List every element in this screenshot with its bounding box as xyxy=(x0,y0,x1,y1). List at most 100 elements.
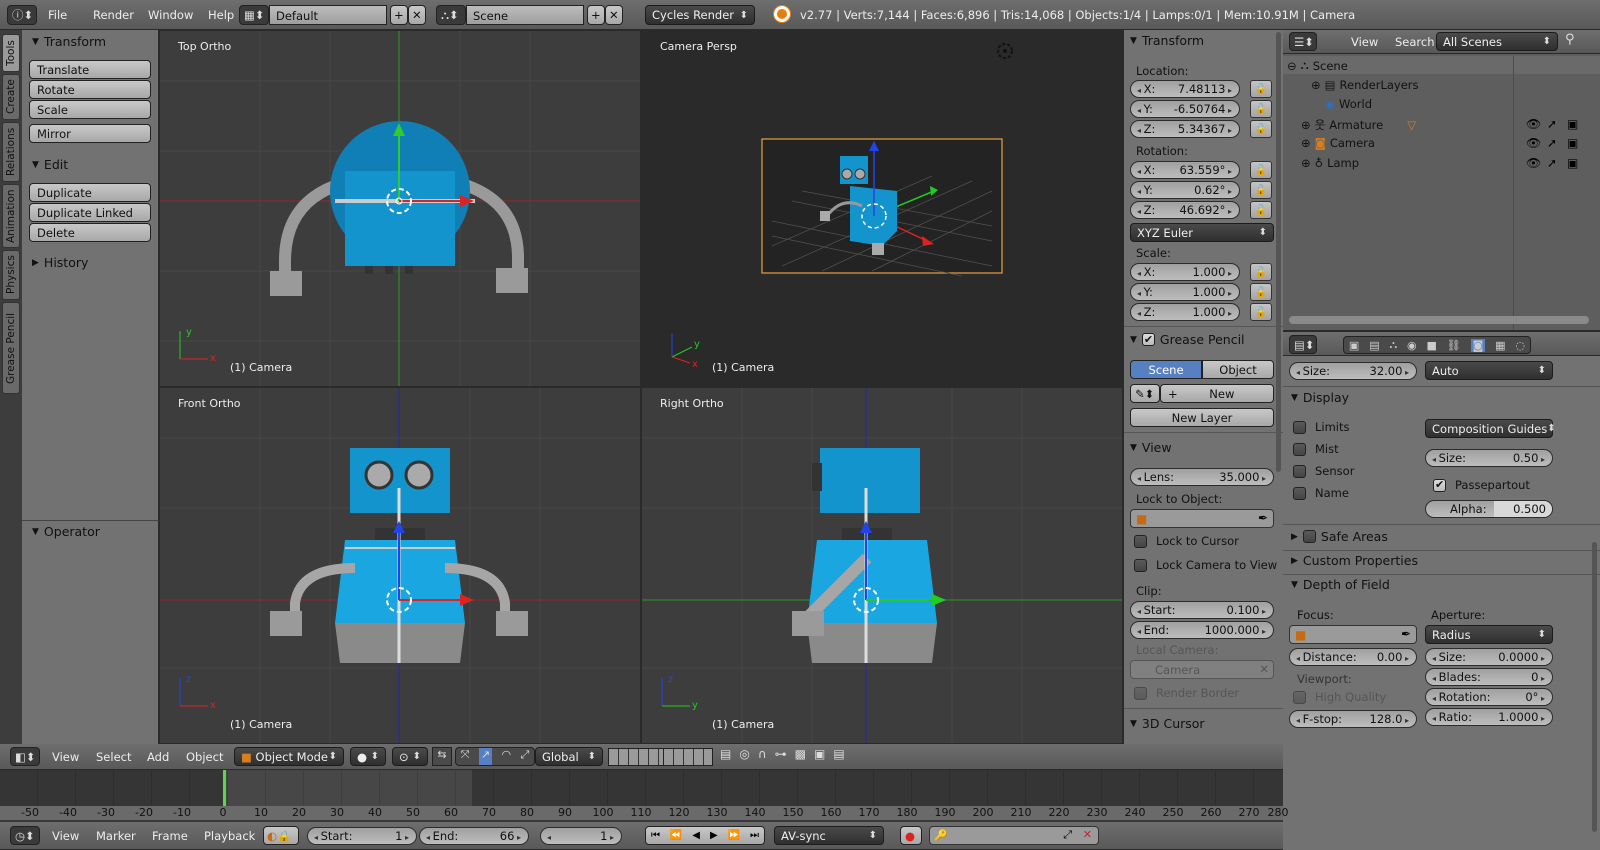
display-header[interactable]: ▼ Display xyxy=(1291,390,1349,405)
properties-scrollbar[interactable] xyxy=(1592,542,1597,832)
fstop-field[interactable]: F-stop:128.0 xyxy=(1289,710,1417,728)
view-header[interactable]: ▼ View xyxy=(1130,440,1172,455)
delete-button[interactable]: Delete xyxy=(29,223,151,242)
mirror-button[interactable]: Mirror xyxy=(29,124,151,143)
scene-field[interactable]: Scene xyxy=(466,5,584,25)
lock-icon[interactable]: 🔓 xyxy=(1250,100,1272,118)
sync-select[interactable]: AV-sync xyxy=(774,826,884,845)
menu-window[interactable]: Window xyxy=(148,8,208,22)
lens-field[interactable]: Lens:35.000 xyxy=(1130,468,1274,486)
scale-x-field[interactable]: X:1.000 xyxy=(1130,263,1240,281)
scale-z-field[interactable]: Z:1.000 xyxy=(1130,303,1240,321)
layout-remove-icon[interactable]: ✕ xyxy=(408,5,426,25)
outliner-filter-select[interactable]: All Scenes xyxy=(1436,32,1558,51)
lock-icon[interactable]: 🔓 xyxy=(1250,201,1272,219)
viewport-right-ortho[interactable]: z y Right Ortho (1) Camera xyxy=(641,387,1123,744)
timeline-area[interactable]: -50 -40 -30 -20 -10 0 10 20 30 40 50 60 … xyxy=(0,770,1289,820)
next-keyframe-icon[interactable]: ⏩ xyxy=(728,830,740,841)
blades-field[interactable]: Blades:0 xyxy=(1425,668,1553,686)
rotation-y-field[interactable]: Y:0.62° xyxy=(1130,181,1240,199)
manipulator-toggle[interactable]: ⇆ xyxy=(432,747,452,766)
lock-to-cursor-checkbox[interactable] xyxy=(1134,534,1147,548)
view3d-menu-object[interactable]: Object xyxy=(186,750,223,764)
aperture-size-field[interactable]: Size:0.0000 xyxy=(1425,648,1553,666)
properties-editor-icon[interactable]: ▤⬍ xyxy=(1289,335,1317,354)
render-icon[interactable]: ▣ xyxy=(1567,156,1578,170)
lock-icon[interactable]: 🔓 xyxy=(1250,120,1272,138)
lock-icon[interactable]: 🔓 xyxy=(1250,161,1272,179)
lock-to-cursor-option[interactable]: Lock to Cursor xyxy=(1134,534,1239,548)
scale-button[interactable]: Scale xyxy=(29,100,151,119)
duplicate-button[interactable]: Duplicate xyxy=(29,183,151,202)
scale-y-field[interactable]: Y:1.000 xyxy=(1130,283,1240,301)
transform-header[interactable]: ▼ Transform xyxy=(1130,33,1204,48)
scene-icon[interactable]: ⛬⬍ xyxy=(436,5,466,25)
mist-checkbox[interactable] xyxy=(1293,442,1306,456)
lock-layers-icon[interactable]: ▤ xyxy=(720,747,731,766)
name-checkbox[interactable] xyxy=(1293,486,1306,500)
passepartout-option[interactable]: Passepartout xyxy=(1433,478,1530,492)
manipulator-buttons[interactable]: ⤧ ↗ ◠ ⤢ xyxy=(455,747,535,766)
menu-render[interactable]: Render xyxy=(93,8,148,22)
scene-add-icon[interactable]: + xyxy=(587,5,605,25)
delete-keyframe-icon[interactable]: ✕ xyxy=(1083,828,1092,841)
gp-scene-button[interactable]: Scene xyxy=(1130,360,1202,379)
eye-icon[interactable]: 👁 xyxy=(1526,156,1541,170)
eye-icon[interactable]: 👁 xyxy=(1526,136,1541,150)
menu-help[interactable]: Help xyxy=(208,8,234,22)
render-icon[interactable]: ▣ xyxy=(1567,136,1578,150)
layers-tab-icon[interactable]: ▤ xyxy=(1369,339,1379,352)
search-icon[interactable]: ⚲ xyxy=(1565,32,1587,51)
view3d-menu-add[interactable]: Add xyxy=(147,750,169,764)
view3d-editor-icon[interactable]: ◧⬍ xyxy=(10,747,40,766)
menu-file[interactable]: File xyxy=(48,8,93,22)
lock-camera-checkbox[interactable] xyxy=(1134,558,1147,572)
gp-pencil-icon[interactable]: ✎⬍ xyxy=(1130,384,1160,403)
preview-range-icon[interactable]: ◐🔒 xyxy=(263,826,299,845)
gp-new-layer-button[interactable]: New Layer xyxy=(1130,408,1274,427)
render-engine-select[interactable]: Cycles Render xyxy=(645,5,755,25)
shading-select[interactable]: ● xyxy=(350,747,386,766)
translate-button[interactable]: Translate xyxy=(29,60,151,79)
outliner-menu-search[interactable]: Search xyxy=(1395,35,1435,49)
opengl-render-icon[interactable]: ▣ xyxy=(814,747,825,766)
mist-option[interactable]: Mist xyxy=(1293,442,1339,456)
tab-create[interactable]: Create xyxy=(2,74,20,120)
grease-pencil-checkbox[interactable] xyxy=(1141,333,1155,346)
safe-areas-checkbox[interactable] xyxy=(1302,530,1316,543)
orientation-select[interactable]: Global xyxy=(535,747,603,766)
snap-target-icon[interactable]: ⊶ xyxy=(775,747,787,766)
tab-grease-pencil[interactable]: Grease Pencil xyxy=(2,302,20,394)
rotate-button[interactable]: Rotate xyxy=(29,80,151,99)
lock-icon[interactable]: 🔓 xyxy=(1250,181,1272,199)
tab-animation[interactable]: Animation xyxy=(2,184,20,248)
lock-icon[interactable]: 🔓 xyxy=(1250,283,1272,301)
viewport-front-ortho[interactable]: z x Front Ortho (1) Camera xyxy=(159,387,641,744)
composition-guides-select[interactable]: Composition Guides xyxy=(1425,419,1553,438)
layout-field[interactable]: Default xyxy=(269,5,387,25)
outliner-editor-icon[interactable]: ☰⬍ xyxy=(1289,32,1317,51)
limits-checkbox[interactable] xyxy=(1293,420,1306,434)
outliner-scrollbar[interactable] xyxy=(1289,316,1589,324)
timeline-menu-view[interactable]: View xyxy=(52,829,79,843)
cursor-select-icon[interactable]: ➚ xyxy=(1547,136,1557,150)
location-z-field[interactable]: Z:5.34367 xyxy=(1130,120,1240,138)
gp-new-button[interactable]: + New xyxy=(1160,384,1274,403)
clip-start-field[interactable]: Start:0.100 xyxy=(1130,601,1274,619)
end-frame-field[interactable]: End:66 xyxy=(419,827,529,845)
tab-physics[interactable]: Physics xyxy=(2,250,20,300)
distance-field[interactable]: Distance:0.00 xyxy=(1289,648,1417,666)
insert-keyframe-icon[interactable]: ⤢ xyxy=(1063,828,1072,842)
scrollbar[interactable] xyxy=(1276,32,1281,472)
name-option[interactable]: Name xyxy=(1293,486,1349,500)
lock-camera-option[interactable]: Lock Camera to View xyxy=(1134,558,1277,572)
translate-active-icon[interactable]: ↗ xyxy=(478,748,493,765)
outliner-item-renderlayers[interactable]: ⊕ ▤ RenderLayers xyxy=(1311,78,1419,92)
outliner-item-armature[interactable]: ⊕ 웃 Armature ▽ xyxy=(1301,117,1416,133)
prev-keyframe-icon[interactable]: ⏪ xyxy=(670,830,682,841)
focus-object-field[interactable]: ■ ✒ xyxy=(1289,625,1417,644)
opengl-anim-icon[interactable]: ▤ xyxy=(833,747,844,766)
cursor-select-icon[interactable]: ➚ xyxy=(1547,117,1557,131)
duplicate-linked-button[interactable]: Duplicate Linked xyxy=(29,203,151,222)
render-icon[interactable]: ▣ xyxy=(1567,117,1578,131)
